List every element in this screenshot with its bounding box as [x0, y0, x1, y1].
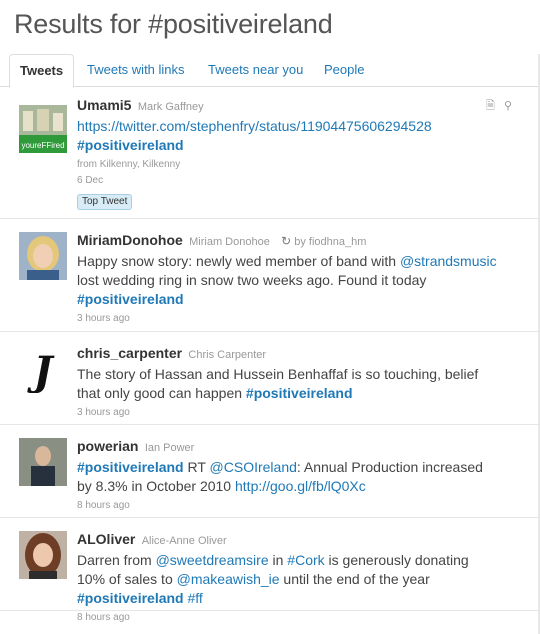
- document-icon[interactable]: 🗎: [486, 100, 495, 112]
- tweet-timestamp[interactable]: 6 Dec: [77, 173, 526, 188]
- tweet-text: #positiveireland RT @CSOIreland: Annual …: [77, 458, 526, 496]
- top-tweet-badge: Top Tweet: [77, 194, 133, 210]
- avatar[interactable]: youreFFired: [19, 105, 67, 153]
- tweet-item[interactable]: ALOliver Alice-Anne Oliver Darren from @…: [0, 518, 540, 623]
- tweet-item[interactable]: powerian Ian Power #positiveireland RT @…: [0, 425, 540, 518]
- hashtag-link[interactable]: #positiveireland: [77, 459, 184, 475]
- results-tabs: Tweets Tweets with links Tweets near you…: [0, 54, 540, 88]
- svg-text:youreFFired: youreFFired: [21, 141, 64, 150]
- tweet-list: youreFFired Umami5 Mark Gaffney https://…: [0, 87, 540, 623]
- tweet-user-line: MiriamDonohoe Miriam Donohoe ↻ by fiodhna…: [77, 232, 526, 251]
- tweet-text-segment: The story of Hassan and Hussein Benhaffa…: [77, 366, 479, 382]
- tweet-item[interactable]: J chris_carpenter Chris Carpenter The st…: [0, 332, 540, 425]
- mention-link[interactable]: @strandsmusic: [400, 253, 497, 269]
- hashtag-link[interactable]: #positiveireland: [77, 291, 184, 307]
- tweet-text-segment: : Annual Production increased: [296, 459, 483, 475]
- retweet-icon: ↻: [281, 234, 292, 248]
- mention-link[interactable]: @sweetdreamsire: [156, 552, 269, 568]
- tweet-text-segment: Darren from: [77, 552, 156, 568]
- screen-name[interactable]: Umami5: [77, 97, 131, 113]
- tab-tweets-near-you[interactable]: Tweets near you: [198, 54, 313, 87]
- tweet-timestamp[interactable]: 3 hours ago: [77, 311, 526, 326]
- full-name: Miriam Donohoe: [189, 236, 270, 248]
- tweet-timestamp[interactable]: 3 hours ago: [77, 405, 526, 420]
- avatar-aloliver-image: [19, 531, 67, 579]
- full-name: Chris Carpenter: [188, 349, 267, 361]
- full-name: Alice-Anne Oliver: [141, 535, 227, 547]
- tweet-item[interactable]: youreFFired Umami5 Mark Gaffney https://…: [0, 87, 540, 219]
- tab-tweets-with-links[interactable]: Tweets with links: [77, 54, 195, 87]
- full-name: Mark Gaffney: [137, 101, 204, 113]
- full-name: Ian Power: [144, 442, 195, 454]
- retweeted-by[interactable]: by fiodhna_hm: [294, 236, 366, 248]
- tweet-text-segment: is generously donating: [324, 552, 469, 568]
- tweet-user-line: ALOliver Alice-Anne Oliver: [77, 531, 526, 550]
- tweet-text-segment: lost wedding ring in snow two weeks ago.…: [77, 272, 427, 288]
- tweet-text: Happy snow story: newly wed member of ba…: [77, 252, 526, 309]
- tweet-user-line: Umami5 Mark Gaffney: [77, 97, 526, 116]
- avatar[interactable]: [19, 531, 67, 579]
- tweet-text-segment: until the end of the year: [279, 571, 430, 587]
- hashtag-link[interactable]: #positiveireland: [77, 137, 184, 153]
- tweet-text-segment: by 8.3% in October 2010: [77, 478, 235, 494]
- tweet-user-line: powerian Ian Power: [77, 438, 526, 457]
- screen-name[interactable]: ALOliver: [77, 531, 135, 547]
- tweet-text-segment: Happy snow story: newly wed member of ba…: [77, 253, 400, 269]
- tweet-icons: 🗎 ⚲: [480, 97, 512, 116]
- tweet-timestamp[interactable]: 8 hours ago: [77, 498, 526, 513]
- tweet-text-segment: RT: [183, 459, 210, 475]
- tweet-text: Darren from @sweetdreamsire in #Cork is …: [77, 551, 526, 608]
- tweet-link[interactable]: https://twitter.com/stephenfry/status/11…: [77, 118, 432, 134]
- tweet-text: The story of Hassan and Hussein Benhaffa…: [77, 365, 526, 403]
- screen-name[interactable]: MiriamDonohoe: [77, 232, 183, 248]
- hashtag-link[interactable]: #positiveireland: [77, 590, 184, 606]
- tab-people[interactable]: People: [314, 54, 374, 87]
- avatar-powerian-image: [19, 438, 67, 486]
- avatar-miriamdonohoe-image: [19, 232, 67, 280]
- hashtag-link[interactable]: #Cork: [287, 552, 324, 568]
- avatar[interactable]: [19, 232, 67, 280]
- mention-link[interactable]: @makeawish_ie: [177, 571, 280, 587]
- avatar[interactable]: J: [19, 345, 67, 393]
- avatar-umami5-image: youreFFired: [19, 105, 67, 153]
- retweet-info: ↻ by fiodhna_hm: [281, 234, 366, 248]
- hashtag-link[interactable]: #ff: [187, 590, 202, 606]
- avatar[interactable]: [19, 438, 67, 486]
- tweet-text-segment: that only good can happen: [77, 385, 246, 401]
- tweet-item[interactable]: MiriamDonohoe Miriam Donohoe ↻ by fiodhna…: [0, 219, 540, 332]
- hashtag-link[interactable]: #positiveireland: [246, 385, 353, 401]
- tweet-timestamp[interactable]: 8 hours ago: [77, 610, 526, 625]
- screen-name[interactable]: powerian: [77, 438, 138, 454]
- page-title: Results for #positiveireland: [14, 9, 333, 39]
- location-pin-icon[interactable]: ⚲: [504, 100, 512, 112]
- tab-tweets[interactable]: Tweets: [9, 54, 75, 88]
- tweet-user-line: chris_carpenter Chris Carpenter: [77, 345, 526, 364]
- tweet-location: from Kilkenny, Kilkenny: [77, 159, 181, 170]
- tweet-link[interactable]: http://goo.gl/fb/lQ0Xc: [235, 478, 366, 494]
- mention-link[interactable]: @CSOIreland: [210, 459, 297, 475]
- avatar-chris-carpenter-image: J: [19, 345, 67, 393]
- tweet-text-segment: 10% of sales to: [77, 571, 177, 587]
- screen-name[interactable]: chris_carpenter: [77, 345, 182, 361]
- tweet-text: https://twitter.com/stephenfry/status/11…: [77, 117, 526, 155]
- tweet-text-segment: in: [268, 552, 288, 568]
